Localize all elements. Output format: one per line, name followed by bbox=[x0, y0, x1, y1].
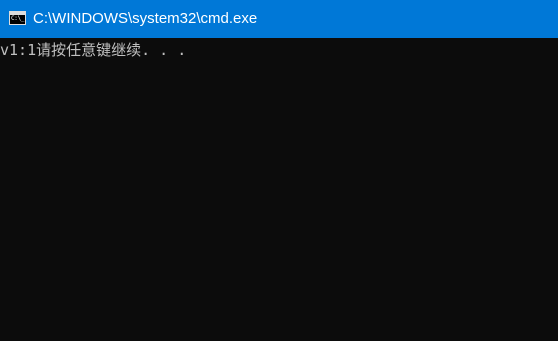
console-output[interactable]: v1:1请按任意键继续. . . bbox=[0, 38, 558, 341]
icon-glyph: C:\_ bbox=[11, 15, 25, 22]
console-window-icon[interactable]: C:\_ bbox=[9, 11, 26, 25]
console-line: v1:1请按任意键继续. . . bbox=[0, 41, 187, 59]
window-title: C:\WINDOWS\system32\cmd.exe bbox=[33, 10, 258, 27]
title-bar[interactable]: C:\_ C:\WINDOWS\system32\cmd.exe bbox=[0, 0, 558, 38]
cmd-window: C:\_ C:\WINDOWS\system32\cmd.exe v1:1请按任… bbox=[0, 0, 558, 341]
